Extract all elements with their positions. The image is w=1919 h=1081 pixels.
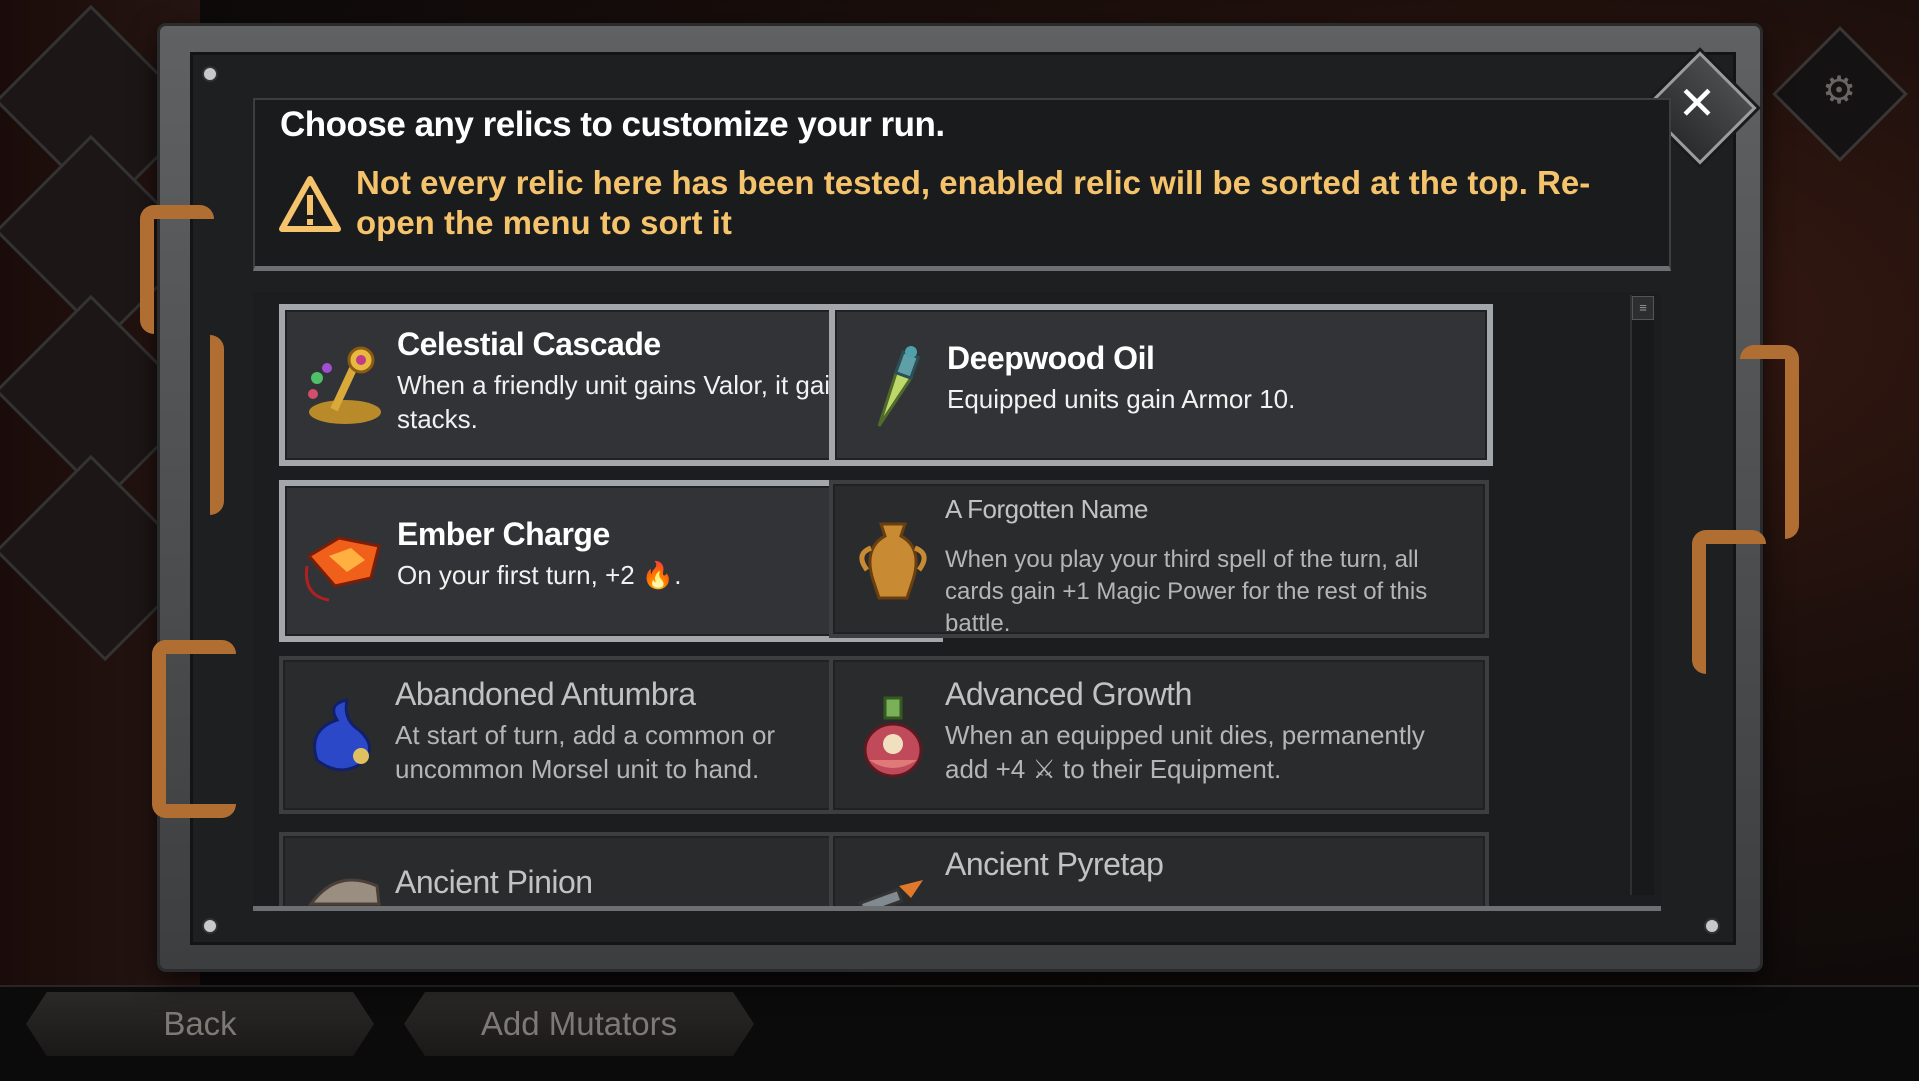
relic-list-scrollbar[interactable] — [1630, 295, 1654, 895]
add-mutators-button[interactable]: Add Mutators — [404, 992, 754, 1056]
relic-description: When an equipped unit dies, permanently … — [945, 720, 1425, 784]
left-pipe-middle — [150, 335, 224, 515]
right-pipe-top — [1740, 345, 1799, 539]
relic-name: A Forgotten Name — [945, 494, 1149, 524]
golden-scepter-icon — [308, 346, 381, 424]
relic-card-ancient-pyretap[interactable]: Ancient Pyretap — [829, 832, 1489, 906]
relic-card-deepwood-oil[interactable]: Deepwood Oil Equipped units gain Armor 1… — [829, 304, 1493, 466]
relic-description: When you play your third spell of the tu… — [945, 546, 1428, 637]
relic-name: Celestial Cascade — [397, 326, 661, 362]
gear-icon[interactable]: ⚙ — [1818, 70, 1860, 112]
pyretap-icon — [858, 880, 923, 906]
blue-spirit-icon — [313, 698, 371, 772]
close-icon[interactable]: ✕ — [1660, 66, 1734, 140]
urn-icon — [859, 522, 927, 600]
potion-bottle-icon — [863, 696, 923, 778]
relic-name: Advanced Growth — [945, 676, 1192, 712]
relic-card-a-forgotten-name[interactable]: A Forgotten Name When you play your thir… — [829, 480, 1489, 638]
rivet — [1704, 918, 1720, 934]
relic-name: Ancient Pinion — [395, 864, 593, 900]
relic-card-advanced-growth[interactable]: Advanced Growth When an equipped unit di… — [829, 656, 1489, 814]
modal-title: Choose any relics to customize your run. — [280, 105, 945, 144]
scrollbar-thumb[interactable]: ≡ — [1632, 296, 1654, 320]
feather-stone-icon — [308, 878, 381, 906]
rivet — [202, 918, 218, 934]
relic-name: Abandoned Antumbra — [395, 676, 696, 712]
left-pipe-top — [140, 205, 214, 334]
oil-vial-icon — [877, 346, 921, 427]
relic-description: Equipped units gain Armor 10. — [947, 384, 1296, 414]
relic-list[interactable]: Celestial Cascade When a friendly unit g… — [253, 292, 1661, 911]
relic-name: Deepwood Oil — [947, 340, 1155, 376]
relic-name: Ancient Pyretap — [945, 846, 1164, 882]
ember-crystal-icon — [304, 536, 381, 602]
right-pipe-bottom — [1692, 530, 1766, 674]
rivet — [202, 66, 218, 82]
warning-message: Not every relic here has been tested, en… — [356, 164, 1591, 241]
left-pipe-bottom — [152, 640, 236, 818]
relic-name: Ember Charge — [397, 516, 610, 552]
warning-icon — [279, 176, 341, 232]
back-button[interactable]: Back — [26, 992, 374, 1056]
